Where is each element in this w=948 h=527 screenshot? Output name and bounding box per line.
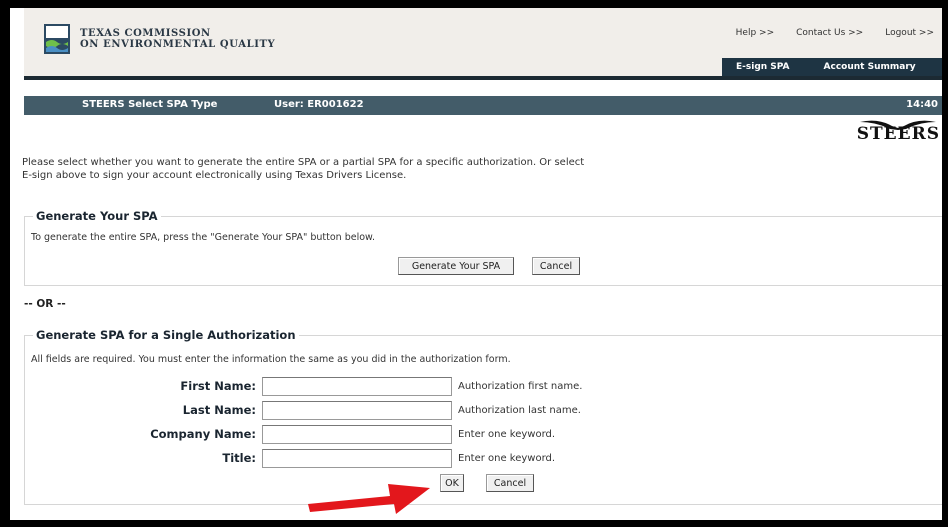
generate-cancel-button[interactable]: Cancel — [532, 257, 580, 275]
last-name-input[interactable] — [262, 401, 452, 420]
section-title: Generate SPA for a Single Authorization — [33, 328, 299, 342]
tab-account-summary[interactable]: Account Summary — [824, 62, 916, 72]
last-name-label: Last Name: — [182, 403, 256, 417]
intro-line-2: E-sign above to sign your account electr… — [22, 170, 407, 181]
steers-logo: STEERS — [856, 124, 940, 144]
ok-button[interactable]: OK — [440, 474, 464, 492]
logout-link[interactable]: Logout >> — [885, 28, 934, 38]
contact-us-link[interactable]: Contact Us >> — [796, 28, 863, 38]
top-links: Help >> Contact Us >> Logout >> — [736, 28, 934, 38]
cancel-button[interactable]: Cancel — [486, 474, 534, 492]
tceq-logo-icon — [44, 24, 70, 54]
section-title: Generate Your SPA — [33, 209, 161, 223]
intro-line-1: Please select whether you want to genera… — [22, 157, 585, 168]
generate-spa-button[interactable]: Generate Your SPA — [398, 257, 514, 275]
single-authorization-section: Generate SPA for a Single Authorization … — [24, 328, 942, 505]
first-name-label: First Name: — [180, 379, 256, 393]
red-arrow-icon — [308, 484, 430, 514]
user-id: User: ER001622 — [274, 99, 364, 110]
company-name-label: Company Name: — [150, 427, 256, 441]
first-name-input[interactable] — [262, 377, 452, 396]
or-separator: -- OR -- — [24, 298, 66, 310]
company-name-hint: Enter one keyword. — [458, 429, 556, 440]
agency-name: TEXAS COMMISSION ON ENVIRONMENTAL QUALIT… — [80, 28, 275, 50]
title-bar: STEERS Select SPA Type User: ER001622 14… — [24, 96, 942, 115]
first-name-hint: Authorization first name. — [458, 381, 583, 392]
title-hint: Enter one keyword. — [458, 453, 556, 464]
page-frame: TEXAS COMMISSION ON ENVIRONMENTAL QUALIT… — [10, 8, 942, 520]
company-name-input[interactable] — [262, 425, 452, 444]
page-title: STEERS Select SPA Type — [82, 99, 218, 110]
section-description: All fields are required. You must enter … — [31, 354, 511, 365]
last-name-hint: Authorization last name. — [458, 405, 581, 416]
title-label: Title: — [222, 451, 256, 465]
agency-line-2: ON ENVIRONMENTAL QUALITY — [80, 39, 276, 50]
intro-text: Please select whether you want to genera… — [22, 156, 742, 182]
section-description: To generate the entire SPA, press the "G… — [31, 232, 375, 243]
nav-tabs: E-sign SPA Account Summary — [722, 58, 942, 76]
tab-e-sign-spa[interactable]: E-sign SPA — [736, 62, 790, 72]
title-input[interactable] — [262, 449, 452, 468]
generate-spa-section: Generate Your SPA To generate the entire… — [24, 209, 942, 286]
help-link[interactable]: Help >> — [736, 28, 774, 38]
agency-line-1: TEXAS COMMISSION — [80, 28, 211, 39]
header-divider — [24, 76, 942, 80]
session-time: 14:40 — [906, 99, 938, 110]
